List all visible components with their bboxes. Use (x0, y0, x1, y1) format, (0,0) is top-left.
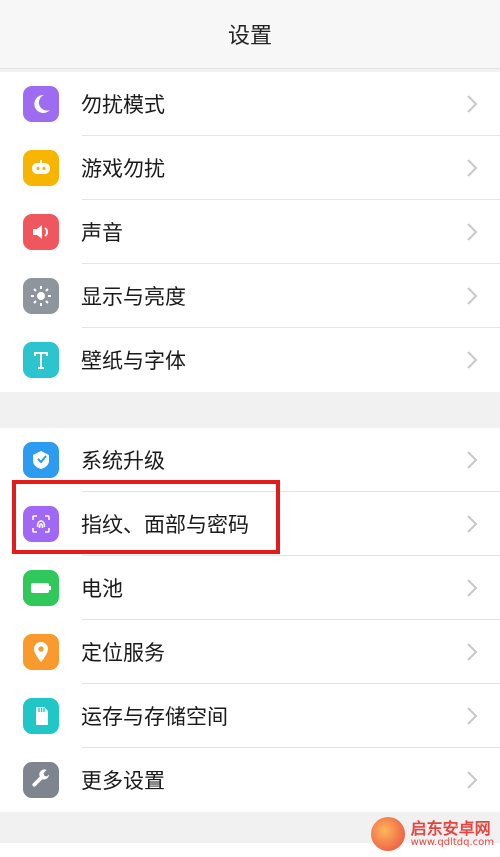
brightness-icon (23, 278, 59, 314)
chevron-right-icon (467, 707, 478, 725)
chevron-right-icon (467, 451, 478, 469)
chevron-right-icon (467, 351, 478, 369)
settings-item-display-brightness[interactable]: 显示与亮度 (0, 264, 500, 328)
battery-icon (23, 570, 59, 606)
settings-item-system-update[interactable]: 系统升级 (0, 428, 500, 492)
game-controller-icon (23, 150, 59, 186)
settings-item-label: 壁纸与字体 (81, 349, 186, 373)
chevron-right-icon (467, 579, 478, 597)
chevron-right-icon (467, 771, 478, 789)
watermark-url: www.qdltdq.com (410, 837, 494, 849)
chevron-right-icon (467, 223, 478, 241)
chevron-right-icon (467, 159, 478, 177)
chevron-right-icon (467, 95, 478, 113)
settings-item-label: 声音 (81, 221, 123, 245)
settings-item-game-dnd[interactable]: 游戏勿扰 (0, 136, 500, 200)
chevron-right-icon (467, 515, 478, 533)
settings-item-label: 游戏勿扰 (81, 157, 165, 181)
settings-item-label: 更多设置 (81, 769, 165, 793)
chevron-right-icon (467, 287, 478, 305)
settings-item-label: 显示与亮度 (81, 285, 186, 309)
moon-icon (23, 86, 59, 122)
settings-group-2: 系统升级 指纹、面部与密码 电池 定位服务 运存与存储空间 更多设置 (0, 428, 500, 812)
storage-icon (23, 698, 59, 734)
fingerprint-icon (23, 506, 59, 542)
settings-item-fingerprint-face-password[interactable]: 指纹、面部与密码 (0, 492, 500, 556)
watermark: 启东安卓网 www.qdltdq.com (370, 817, 494, 851)
settings-item-label: 定位服务 (81, 641, 165, 665)
settings-item-battery[interactable]: 电池 (0, 556, 500, 620)
system-update-icon (23, 442, 59, 478)
font-t-icon (23, 342, 59, 378)
settings-item-more-settings[interactable]: 更多设置 (0, 748, 500, 812)
wrench-icon (23, 762, 59, 798)
watermark-name: 启东安卓网 (410, 818, 491, 838)
page-title: 设置 (227, 24, 272, 49)
watermark-logo-icon (370, 817, 405, 851)
settings-item-do-not-disturb[interactable]: 勿扰模式 (0, 72, 500, 136)
settings-item-sound[interactable]: 声音 (0, 200, 500, 264)
navigation-bar: 设置 (0, 0, 500, 69)
settings-item-memory-storage[interactable]: 运存与存储空间 (0, 684, 500, 748)
speaker-icon (23, 214, 59, 250)
settings-item-wallpaper-font[interactable]: 壁纸与字体 (0, 328, 500, 392)
settings-group-1: 勿扰模式 游戏勿扰 声音 显示与亮度 壁纸与字体 (0, 72, 500, 392)
settings-item-location-services[interactable]: 定位服务 (0, 620, 500, 684)
settings-item-label: 电池 (81, 577, 123, 601)
settings-item-label: 勿扰模式 (81, 93, 165, 117)
location-pin-icon (23, 634, 59, 670)
settings-item-label: 系统升级 (81, 449, 165, 473)
settings-item-label: 指纹、面部与密码 (81, 513, 249, 537)
chevron-right-icon (467, 643, 478, 661)
settings-item-label: 运存与存储空间 (81, 705, 228, 729)
